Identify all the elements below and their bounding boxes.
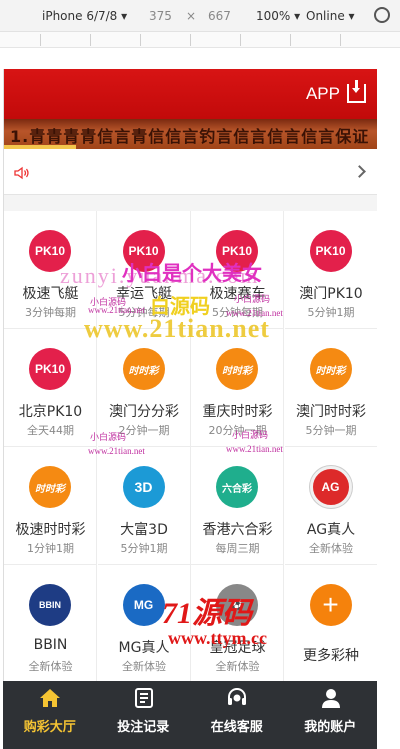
game-schedule: 每周三期 — [215, 542, 260, 555]
phone-viewport: APP 1.青青青青信言青信信言钓言信言信言信言保证 PK10 极速飞艇 3分钟每期… — [3, 69, 377, 749]
home-icon — [40, 689, 60, 707]
game-schedule: 全天44期 — [27, 424, 74, 437]
game-schedule: 2分钟一期 — [118, 424, 170, 437]
app-download-label[interactable]: APP — [306, 84, 340, 104]
game-cell[interactable]: 六合彩香港六合彩每周三期 — [191, 447, 284, 565]
game-name: 香港六合彩 — [202, 522, 273, 538]
tab-label: 在线客服 — [210, 720, 263, 735]
game-schedule: 5分钟每期 — [212, 306, 263, 319]
tab-label: 投注记录 — [117, 720, 170, 735]
lottery-icon: PK10 — [29, 230, 71, 272]
lottery-icon: + — [309, 584, 352, 626]
game-cell[interactable]: 时时彩重庆时时彩 20分钟一期 — [191, 329, 284, 447]
game-name: 澳门PK10 — [299, 286, 363, 302]
game-name: AG真人 — [306, 522, 356, 538]
tab-my-account[interactable]: 我的账户 — [284, 681, 378, 749]
network-select[interactable]: Online ▾ — [306, 9, 355, 23]
lottery-icon: 3D — [122, 466, 165, 508]
game-schedule: 5分钟一期 — [305, 424, 357, 437]
speaker-icon — [14, 166, 29, 180]
lottery-icon: 时时彩 — [309, 348, 352, 390]
tab-bet-records[interactable]: 投注记录 — [97, 681, 191, 749]
devtools-toolbar: iPhone 6/7/8 ▾ 375 × 667 100% ▾ Online ▾ — [0, 0, 400, 32]
viewport-width[interactable]: 375 — [149, 9, 172, 23]
game-cell[interactable]: + 更多彩种 — [284, 565, 377, 683]
user-icon — [321, 689, 340, 708]
banner-text: 1.青青青青信言青信信言钓言信言信言信言保证 — [10, 127, 370, 146]
app-header: APP — [4, 69, 377, 119]
game-schedule: 20分钟一期 — [208, 424, 267, 437]
game-cell[interactable]: BBIN BBIN 全新体验 — [4, 565, 97, 683]
game-schedule: 5分钟1期 — [120, 542, 168, 555]
lottery-icon: PK10 — [216, 230, 258, 272]
game-schedule: 5分钟1期 — [307, 306, 355, 319]
download-icon[interactable] — [347, 80, 366, 103]
lottery-icon: 时时彩 — [122, 348, 165, 390]
viewport-height[interactable]: 667 — [208, 9, 231, 23]
game-name: 幸运飞艇 — [116, 286, 172, 302]
tab-lottery-hall[interactable]: 购彩大厅 — [3, 681, 97, 749]
game-cell[interactable]: PK10 澳门PK10 5分钟1期 — [284, 211, 377, 329]
game-schedule: 全新体验 — [215, 660, 260, 673]
game-cell[interactable]: PK10 极速赛车 5分钟每期 — [191, 211, 284, 329]
game-name: BBIN — [33, 637, 68, 653]
tab-online-service[interactable]: 在线客服 — [190, 681, 284, 749]
rotate-icon[interactable] — [374, 7, 390, 23]
game-name: 极速赛车 — [209, 286, 266, 302]
game-schedule: 3分钟每期 — [25, 306, 76, 319]
game-cell[interactable]: 时时彩极速时时彩 1分钟1期 — [4, 447, 97, 565]
game-cell[interactable]: 3D 大富3D 5分钟1期 — [97, 447, 191, 565]
game-name: 大富3D — [120, 522, 168, 538]
game-cell[interactable]: PK10 幸运飞艇 5分钟每期 — [97, 211, 191, 329]
game-cell[interactable]: 时时彩澳门时时彩 5分钟一期 — [284, 329, 377, 447]
lottery-icon: BBIN — [29, 584, 71, 626]
game-schedule: 全新体验 — [309, 542, 353, 555]
game-name: 更多彩种 — [303, 648, 359, 664]
lottery-icon: AG — [309, 466, 352, 508]
notice-bar[interactable] — [4, 151, 377, 195]
game-schedule: 1分钟1期 — [27, 542, 74, 555]
viewport-times: × — [186, 9, 197, 23]
headset-icon — [228, 688, 246, 705]
game-name: 澳门分分彩 — [109, 404, 179, 420]
lottery-icon: MG — [122, 584, 165, 626]
promo-banner[interactable]: 1.青青青青信言青信信言钓言信言信言信言保证 — [4, 119, 377, 149]
game-name: 北京PK10 — [18, 404, 83, 420]
game-cell[interactable]: ⚽ 皇冠足球全新体验 — [191, 565, 284, 683]
game-schedule: 全新体验 — [28, 660, 73, 673]
ruler — [0, 32, 400, 48]
lottery-icon: ⚽ — [216, 584, 258, 626]
lottery-icon: PK10 — [122, 230, 165, 272]
section-gap — [4, 195, 377, 211]
tab-label: 我的账户 — [304, 720, 357, 735]
bottom-tabbar: 购彩大厅 投注记录 在线客服 我的账户 — [3, 681, 377, 749]
game-name: 澳门时时彩 — [296, 404, 366, 420]
game-name: 重庆时时彩 — [202, 404, 273, 420]
game-cell[interactable]: 时时彩澳门分分彩 2分钟一期 — [97, 329, 191, 447]
game-name: 极速飞艇 — [22, 286, 79, 302]
lottery-icon: PK10 — [29, 348, 71, 390]
game-cell[interactable]: PK10 北京PK10 全天44期 — [4, 329, 97, 447]
lottery-icon: 六合彩 — [216, 466, 258, 508]
game-name: 极速时时彩 — [15, 522, 86, 538]
game-schedule: 5分钟每期 — [118, 306, 170, 319]
game-cell[interactable]: PK10 极速飞艇 3分钟每期 — [4, 211, 97, 329]
zoom-select[interactable]: 100% ▾ — [256, 9, 300, 23]
tab-label: 购彩大厅 — [23, 720, 76, 735]
game-name: MG真人 — [118, 640, 170, 656]
device-select[interactable]: iPhone 6/7/8 ▾ — [42, 9, 127, 23]
game-schedule: 全新体验 — [122, 660, 166, 673]
game-cell[interactable]: AG AG真人全新体验 — [284, 447, 377, 565]
game-cell[interactable]: MG MG真人全新体验 — [97, 565, 191, 683]
lottery-icon: 时时彩 — [29, 466, 71, 508]
records-icon — [134, 688, 153, 708]
lottery-icon: 时时彩 — [216, 348, 258, 390]
lottery-icon: PK10 — [309, 230, 352, 272]
chevron-right-icon[interactable] — [353, 165, 366, 178]
game-name: 皇冠足球 — [209, 640, 266, 656]
banner-indicator — [4, 145, 76, 149]
